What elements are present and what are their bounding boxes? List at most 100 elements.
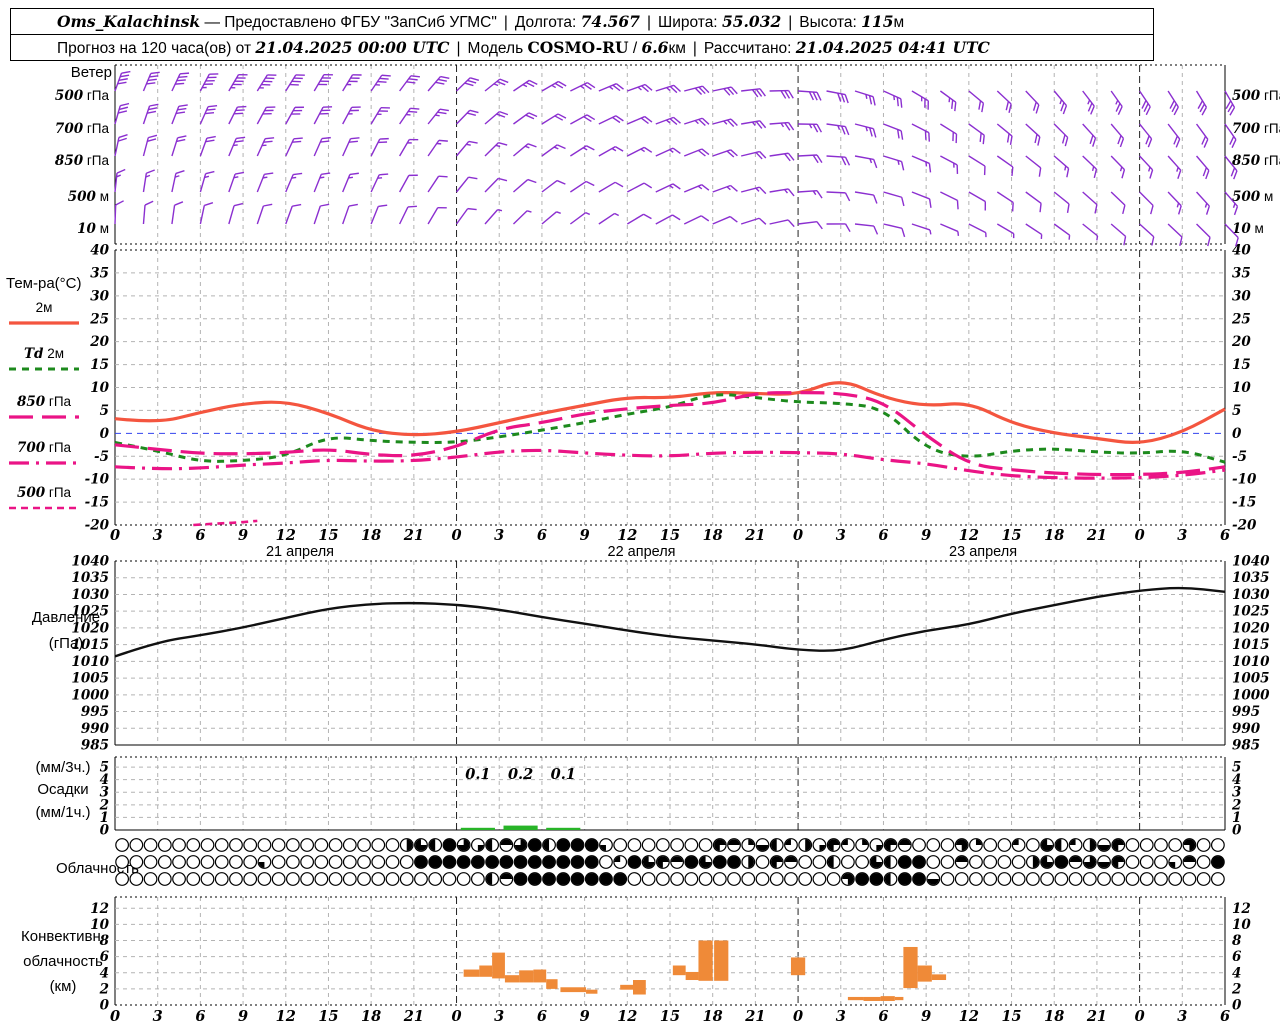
hour-label-top: 3 [1177, 527, 1187, 544]
y-tick-label: -5 [94, 449, 109, 465]
y-tick-label: 40 [90, 243, 109, 259]
legend-label-td2m: Td 2м [24, 346, 64, 362]
cloud-symbol [926, 855, 941, 869]
hour-label-top: 6 [537, 527, 547, 544]
cloud-symbol [300, 838, 315, 852]
y-tick-label: 25 [1231, 311, 1251, 327]
y-tick-label: 2 [1231, 981, 1241, 997]
date-label: 21 апреля [266, 544, 334, 560]
cloud-symbol [698, 872, 713, 886]
cloud-symbol [243, 838, 258, 852]
hour-label-bottom: 9 [238, 1008, 248, 1024]
cloud-symbol [157, 872, 172, 886]
axis-ticks: -20 -20-15 -15-10 -10-5 -50 05 510 1015 1520 2025… [71, 243, 1270, 1014]
hour-label-bottom: 12 [959, 1008, 979, 1024]
cloud-symbol [1154, 872, 1168, 886]
cloud-symbol [342, 855, 357, 869]
cloud-symbol [314, 855, 329, 869]
y-tick-label: 5 [100, 760, 109, 776]
y-tick-label: 30 [1232, 288, 1251, 304]
y-tick-label: 995 [1232, 704, 1260, 720]
wind-barb-row-10м [114, 200, 1239, 247]
hour-label-bottom: 0 [793, 1008, 803, 1024]
wind-level-label-right: 700 гПа [1232, 121, 1280, 137]
cloud-symbol [798, 872, 813, 886]
hour-label-top: 18 [1044, 527, 1064, 544]
y-tick-label: 995 [81, 704, 109, 720]
convective-bar [533, 969, 547, 983]
cloud-symbol [684, 838, 699, 852]
hour-label-top: 15 [1001, 527, 1021, 544]
convective-label-2: облачность [23, 953, 103, 970]
cloud-symbol [1196, 838, 1211, 852]
wind-panel-label: Ветер [71, 64, 112, 81]
cloud-symbol [655, 838, 670, 852]
precip-value: 0.1 [465, 766, 490, 783]
cloud-symbol [1210, 838, 1225, 852]
y-tick-label: 4 [100, 965, 109, 981]
legend-label-t2m: 2м [36, 300, 53, 315]
convective-bar [698, 940, 713, 981]
cloud-cover-panel [115, 838, 1225, 886]
cloud-symbol [271, 838, 286, 852]
cloud-symbol [1082, 872, 1097, 886]
cloud-symbol [1154, 838, 1168, 852]
cloud-symbol [997, 855, 1012, 869]
y-tick-label: 1025 [1232, 604, 1270, 620]
convective-bar [931, 974, 947, 981]
cloud-symbol [285, 872, 300, 886]
convective-bar [672, 965, 686, 976]
hour-label-top: 0 [451, 527, 461, 544]
y-tick-label: 1000 [1232, 687, 1270, 703]
hour-label-bottom: 0 [110, 1008, 120, 1024]
y-tick-label: 990 [81, 721, 110, 737]
convective-bar [863, 996, 881, 1001]
cloud-symbol [1125, 872, 1140, 886]
y-tick-label: 1005 [71, 671, 109, 687]
cloud-symbol [200, 872, 215, 886]
cloud-symbol [399, 872, 414, 886]
y-tick-label: 1035 [71, 570, 109, 586]
cloud-symbol [399, 855, 414, 869]
hour-label-top: 0 [110, 527, 120, 544]
cloud-symbol [641, 838, 656, 852]
hour-label-bottom: 9 [921, 1008, 931, 1024]
cloud-symbol [172, 855, 186, 869]
cloud-symbol [798, 855, 813, 869]
wind-level-label-right: 500 м [1232, 189, 1273, 205]
y-tick-label: -10 [1232, 472, 1257, 488]
y-tick-label: 1015 [71, 637, 109, 653]
precip-panel: 0.1 0.2 0.1 [460, 766, 581, 830]
cloud-symbol [129, 855, 144, 869]
cloud-symbol [826, 872, 841, 886]
hour-label-bottom: 3 [153, 1008, 163, 1024]
precip-bar [546, 827, 581, 830]
y-tick-label: 20 [1231, 334, 1251, 350]
cloud-symbol [812, 872, 827, 886]
y-tick-label: 10 [90, 917, 109, 933]
hour-label-bottom: 0 [451, 1008, 461, 1024]
hour-label-bottom: 12 [617, 1008, 637, 1024]
cloud-symbol [769, 872, 784, 886]
cloud-symbol [271, 872, 286, 886]
wind-level-label-left: 500 м [68, 189, 109, 205]
y-tick-label: 1010 [1232, 654, 1270, 670]
wind-barb-row-700гПа [114, 102, 1237, 149]
cloud-symbol [314, 838, 329, 852]
cloud-symbol [257, 838, 272, 852]
cloud-symbol [1168, 838, 1183, 852]
cloud-symbol [1139, 855, 1154, 869]
cloud-symbol [684, 872, 699, 886]
y-tick-label: -20 [85, 518, 110, 534]
cloud-symbol [1125, 855, 1140, 869]
y-tick-label: 5 [1232, 403, 1241, 419]
convective-bar [504, 975, 520, 983]
cloud-symbol [357, 855, 371, 869]
cloud-symbol [1097, 872, 1111, 886]
convective-bar [463, 969, 480, 977]
cloud-symbol [357, 872, 371, 886]
cloud-row-2 [115, 855, 1225, 869]
cloud-symbol [670, 838, 685, 852]
y-tick-label: 0 [1232, 426, 1242, 442]
y-tick-label: 1005 [1232, 671, 1270, 687]
